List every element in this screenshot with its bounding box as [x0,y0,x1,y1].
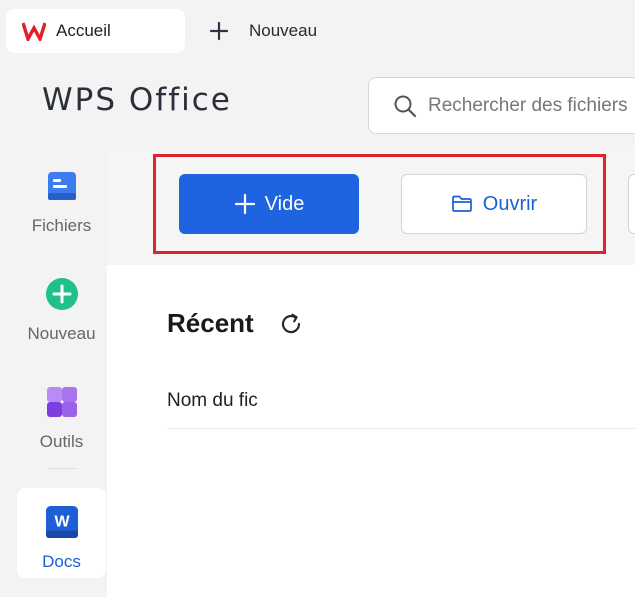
sidebar-item-label: Nouveau [27,324,96,343]
column-header-name[interactable]: Nom du fic [167,390,258,412]
tab-accueil[interactable]: Accueil [6,9,185,53]
main-content: Vide Ouvrir Récent Nom du fic [107,145,635,597]
header-divider [167,428,635,429]
sidebar-item-label: Fichiers [31,216,92,235]
new-plus-circle-icon [45,278,78,310]
sidebar-divider [48,468,76,469]
search-box[interactable] [368,77,635,134]
search-input[interactable] [428,94,635,117]
files-icon [46,170,78,202]
tab-accueil-label: Accueil [56,21,111,40]
recent-section-title: Récent [167,308,254,338]
sidebar-item-fichiers[interactable]: Fichiers [17,152,106,242]
wps-logo-icon [22,19,46,43]
wps-office-wordmark: WPS Office [42,82,232,118]
plus-icon [208,20,230,42]
more-action-button[interactable] [628,174,635,234]
word-docs-icon: W [45,506,78,538]
wps-home-window: Accueil Nouveau WPS Office Fichiers [0,0,635,597]
new-tab-button[interactable]: Nouveau [208,13,317,49]
sidebar-item-outils[interactable]: Outils [17,368,106,458]
new-tab-label: Nouveau [249,21,318,40]
refresh-icon[interactable] [279,312,303,336]
sidebar-item-label: Docs [42,552,81,571]
tools-icon [46,386,78,418]
sidebar-item-docs[interactable]: W Docs [17,488,106,578]
svg-text:W: W [54,514,70,531]
sidebar-item-label: Outils [39,432,84,451]
search-icon [394,95,417,117]
highlight-annotation-frame [153,154,606,254]
sidebar-item-nouveau[interactable]: Nouveau [17,260,106,350]
